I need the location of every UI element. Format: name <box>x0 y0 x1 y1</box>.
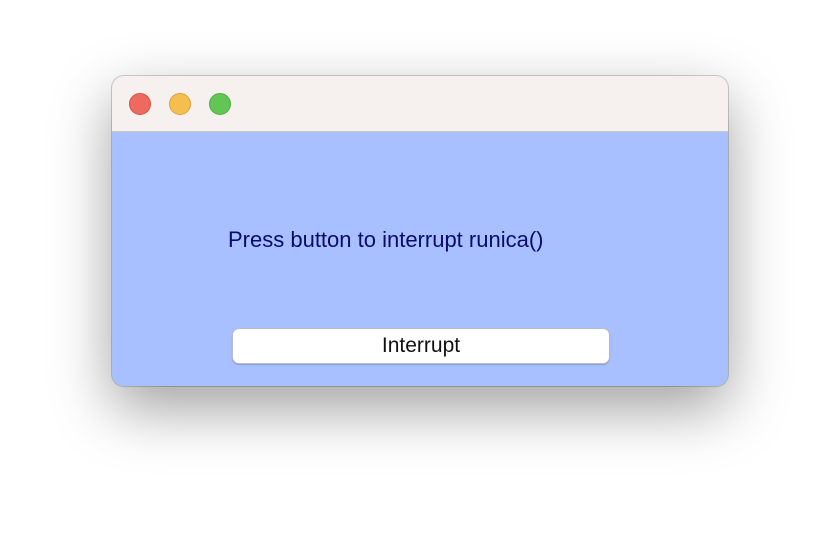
app-window: Press button to interrupt runica() Inter… <box>112 76 728 386</box>
close-icon[interactable] <box>129 93 151 115</box>
zoom-icon[interactable] <box>209 93 231 115</box>
minimize-icon[interactable] <box>169 93 191 115</box>
desktop: Press button to interrupt runica() Inter… <box>0 0 840 534</box>
content-panel: Press button to interrupt runica() Inter… <box>112 132 728 386</box>
title-bar[interactable] <box>112 76 728 132</box>
prompt-label: Press button to interrupt runica() <box>228 227 544 252</box>
interrupt-button[interactable]: Interrupt <box>232 328 610 364</box>
